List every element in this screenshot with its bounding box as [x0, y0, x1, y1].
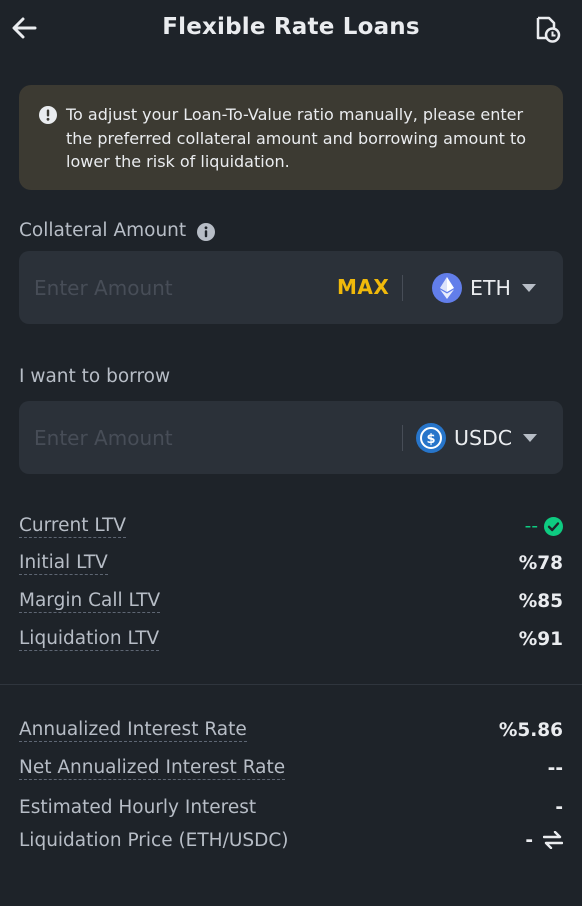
history-button[interactable]: [534, 14, 562, 44]
hourly-interest-value: -: [555, 796, 563, 818]
initial-ltv-label[interactable]: Initial LTV: [19, 552, 108, 575]
exclamation-circle-icon: [39, 106, 57, 124]
check-circle-icon: [544, 516, 563, 536]
borrow-input-box: $ USDC: [19, 401, 563, 474]
header: Flexible Rate Loans: [0, 0, 582, 60]
svg-text:$: $: [426, 432, 435, 447]
loan-page: Flexible Rate Loans To adjust your Loan-…: [0, 0, 582, 906]
borrow-amount-input[interactable]: [34, 423, 294, 453]
annualized-rate-value: %5.86: [498, 719, 563, 741]
initial-ltv-value: %78: [518, 552, 563, 574]
divider: [402, 275, 403, 301]
hourly-interest-label: Estimated Hourly Interest: [19, 796, 257, 818]
info-icon[interactable]: [197, 223, 215, 241]
chevron-down-icon: [523, 434, 538, 442]
margin-call-ltv-value: %85: [518, 590, 563, 612]
borrow-label: I want to borrow: [19, 366, 171, 387]
collateral-input-box: MAX ETH: [19, 251, 563, 324]
page-title: Flexible Rate Loans: [162, 14, 420, 40]
net-annualized-rate-value: --: [547, 757, 563, 779]
liquidation-price-value: -: [525, 830, 563, 851]
borrow-asset-select[interactable]: $ USDC: [416, 421, 538, 455]
usdc-icon: $: [416, 423, 446, 453]
section-divider: [0, 684, 582, 685]
liquidation-ltv-label[interactable]: Liquidation LTV: [19, 628, 160, 651]
history-icon: [536, 16, 561, 43]
annualized-rate-label[interactable]: Annualized Interest Rate: [19, 719, 247, 742]
net-annualized-rate-row: Net Annualized Interest Rate --: [19, 754, 563, 782]
hourly-interest-row: Estimated Hourly Interest -: [19, 793, 563, 821]
margin-call-ltv-label[interactable]: Margin Call LTV: [19, 590, 161, 613]
collateral-asset-select[interactable]: ETH: [432, 271, 536, 305]
chevron-down-icon: [521, 284, 536, 292]
liquidation-price-label: Liquidation Price (ETH/USDC): [19, 829, 289, 851]
current-ltv-row: Current LTV --: [19, 512, 563, 540]
ltv-notice: To adjust your Loan-To-Value ratio manua…: [19, 85, 563, 190]
divider: [402, 425, 403, 451]
collateral-amount-input[interactable]: [34, 273, 294, 303]
initial-ltv-row: Initial LTV %78: [19, 549, 563, 577]
annualized-rate-row: Annualized Interest Rate %5.86: [19, 716, 563, 744]
liquidation-ltv-row: Liquidation LTV %91: [19, 625, 563, 653]
collateral-asset-name: ETH: [470, 276, 511, 300]
liquidation-price-row: Liquidation Price (ETH/USDC) -: [19, 826, 563, 854]
current-ltv-value: --: [525, 516, 563, 537]
notice-text: To adjust your Loan-To-Value ratio manua…: [66, 105, 527, 171]
current-ltv-label[interactable]: Current LTV: [19, 515, 127, 538]
borrow-asset-name: USDC: [454, 426, 513, 450]
current-ltv-text: --: [524, 515, 538, 537]
net-annualized-rate-label[interactable]: Net Annualized Interest Rate: [19, 757, 286, 780]
liquidation-ltv-value: %91: [518, 628, 563, 650]
max-button[interactable]: MAX: [337, 275, 389, 299]
eth-icon: [432, 273, 462, 303]
collateral-label: Collateral Amount: [19, 220, 187, 241]
swap-icon[interactable]: [543, 831, 563, 849]
liquidation-price-text: -: [525, 829, 533, 851]
margin-call-ltv-row: Margin Call LTV %85: [19, 587, 563, 615]
